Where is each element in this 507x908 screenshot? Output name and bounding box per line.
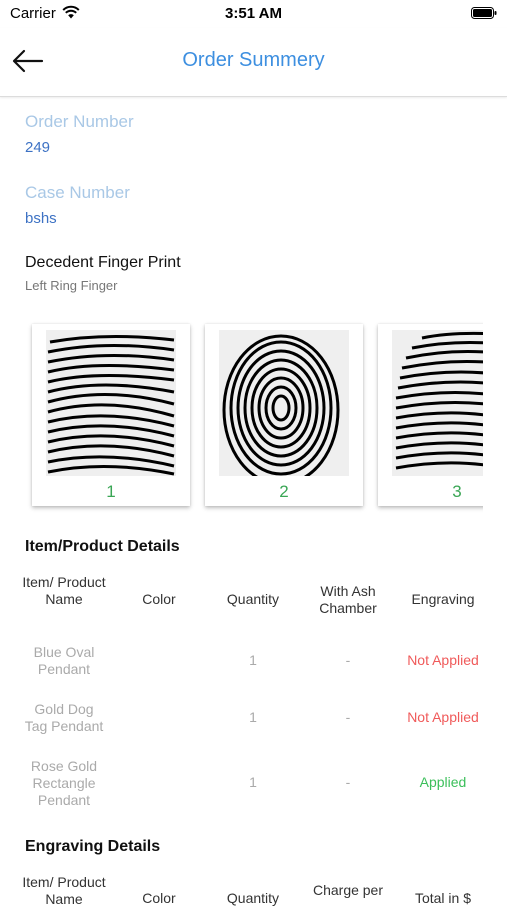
col-header-ash-chamber: With Ash Chamber bbox=[319, 583, 377, 616]
col-header-quantity: Quantity bbox=[226, 591, 280, 607]
item-name: Blue Oval Pendant bbox=[33, 644, 95, 677]
item-name: Rose Gold Rectangle Pendant bbox=[30, 758, 98, 808]
fingerprint-image bbox=[219, 330, 349, 476]
fingerprint-card[interactable]: 1 bbox=[32, 324, 190, 506]
col-header-color: Color bbox=[142, 591, 176, 607]
col-header-item-name: Item/ Product Name bbox=[22, 874, 106, 907]
col-header-item-name: Item/ Product Name bbox=[22, 574, 106, 607]
engraving-status: Applied bbox=[419, 774, 467, 790]
card-number: 3 bbox=[452, 482, 462, 501]
item-ash-chamber: - bbox=[345, 652, 351, 668]
nav-bar: Order Summery bbox=[0, 28, 507, 97]
fingerprint-image bbox=[46, 330, 176, 476]
item-name: Gold Dog Tag Pendant bbox=[24, 701, 104, 734]
fingerprint-image bbox=[392, 330, 483, 476]
case-number-label: Case Number bbox=[25, 183, 130, 202]
page-title: Order Summery bbox=[182, 49, 325, 71]
card-number: 1 bbox=[106, 482, 116, 501]
case-number-value: bshs bbox=[25, 210, 57, 227]
item-ash-chamber: - bbox=[345, 709, 351, 725]
col-header-charge-per: Charge per bbox=[312, 882, 384, 898]
item-details-heading: Item/Product Details bbox=[25, 538, 180, 555]
engraving-status: Not Applied bbox=[407, 709, 479, 725]
finger-name: Left Ring Finger bbox=[25, 278, 118, 293]
item-quantity: 1 bbox=[249, 774, 257, 790]
fingerprint-heading: Decedent Finger Print bbox=[25, 254, 181, 271]
item-ash-chamber: - bbox=[345, 774, 351, 790]
card-number: 2 bbox=[279, 482, 289, 501]
status-time: 3:51 AM bbox=[225, 5, 282, 22]
item-quantity: 1 bbox=[249, 652, 257, 668]
fingerprint-card[interactable]: 3 bbox=[378, 324, 483, 506]
fingerprint-carousel[interactable]: 1 2 3 bbox=[25, 318, 483, 518]
battery-icon bbox=[471, 7, 497, 19]
col-header-color: Color bbox=[142, 890, 176, 906]
order-number-label: Order Number bbox=[25, 112, 134, 131]
col-header-engraving: Engraving bbox=[411, 591, 475, 607]
col-header-total: Total in $ bbox=[414, 890, 472, 906]
item-quantity: 1 bbox=[249, 709, 257, 725]
engraving-details-heading: Engraving Details bbox=[25, 838, 161, 855]
col-header-quantity: Quantity bbox=[226, 890, 280, 906]
fingerprint-card[interactable]: 2 bbox=[205, 324, 363, 506]
status-bar: Carrier 3:51 AM bbox=[0, 0, 507, 28]
engraving-status: Not Applied bbox=[407, 652, 479, 668]
order-number-value: 249 bbox=[25, 139, 51, 156]
